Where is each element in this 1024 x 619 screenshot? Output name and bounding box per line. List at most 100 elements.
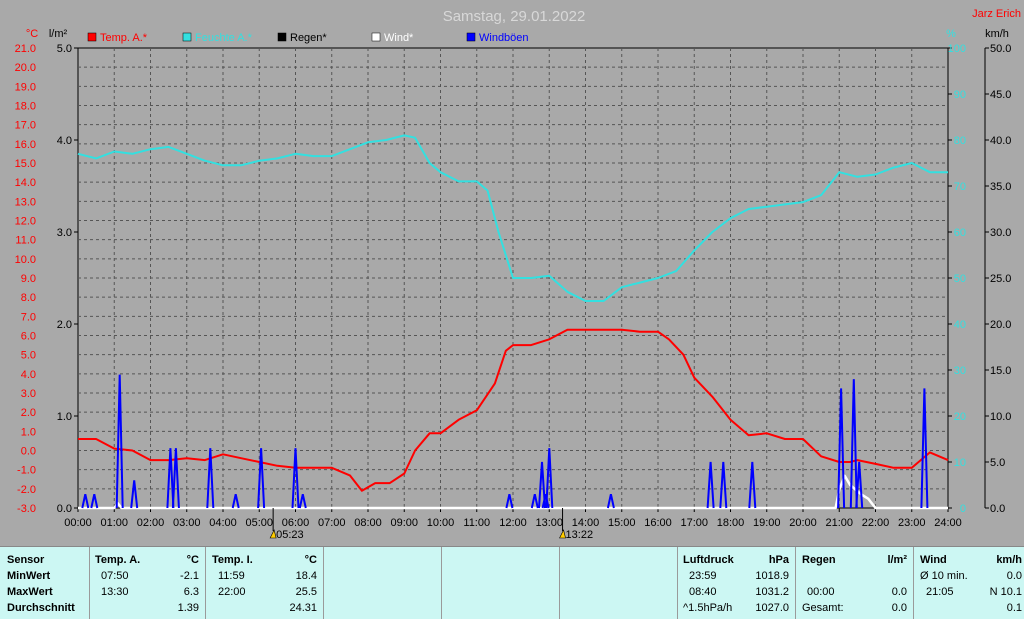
- temp-tick-label: 8.0: [21, 292, 36, 304]
- rain-total-label: Gesamt:: [802, 602, 844, 614]
- time-tick-label: 18:00: [717, 517, 745, 529]
- time-tick-label: 10:00: [427, 517, 455, 529]
- pressure-min-value: 1018.9: [755, 570, 789, 582]
- temp-tick-label: 17.0: [15, 120, 36, 132]
- sun-marker-label: 13:22: [566, 529, 594, 541]
- legend-label: Regen*: [290, 32, 327, 44]
- rain-tick-label: 4.0: [57, 135, 72, 147]
- wind-tick-label: 0.0: [990, 503, 1005, 515]
- pressure-max-value: 1031.2: [755, 586, 789, 598]
- rain-total-value: 0.0: [891, 602, 907, 614]
- sensor-header: Sensor: [7, 554, 45, 566]
- time-tick-label: 00:00: [64, 517, 92, 529]
- wind-header: Wind: [920, 554, 947, 566]
- temp-tick-label: 0.0: [21, 446, 36, 458]
- pressure-max-time: 08:40: [689, 586, 717, 598]
- humidity-tick-label: 60: [954, 227, 966, 239]
- time-tick-label: 19:00: [753, 517, 781, 529]
- sun-marker-label: 05:23: [276, 529, 304, 541]
- author-label: Jarz Erich: [972, 8, 1021, 20]
- temp-i-avg-value: 24.31: [289, 602, 317, 614]
- col-temp-a: Temp. A. °C 07:50 13:30 -2.1 6.3 1.39: [89, 547, 206, 619]
- wind-tick-label: 15.0: [990, 365, 1011, 377]
- temp-tick-label: 15.0: [15, 158, 36, 170]
- time-tick-label: 17:00: [680, 517, 708, 529]
- temp-tick-label: 5.0: [21, 350, 36, 362]
- temp-i-max-time: 22:00: [218, 586, 246, 598]
- legend-label: Feuchte A.*: [195, 32, 253, 44]
- time-tick-label: 04:00: [209, 517, 237, 529]
- temp-a-unit: °C: [186, 554, 199, 566]
- temp-tick-label: 13.0: [15, 196, 36, 208]
- wind-max-value: N 10.1: [989, 586, 1022, 598]
- rain-header: Regen: [802, 554, 836, 566]
- wind-tick-label: 20.0: [990, 319, 1011, 331]
- temp-tick-label: 6.0: [21, 331, 36, 343]
- time-tick-label: 11:00: [463, 517, 490, 529]
- wind-unit: km/h: [996, 554, 1022, 566]
- weather-chart: Samstag, 29.01.2022 Jarz Erich °C l/m² %…: [15, 8, 1021, 541]
- temp-tick-label: -3.0: [17, 503, 36, 515]
- wind-avg-value: 0.1: [1006, 602, 1022, 614]
- time-tick-label: 12:00: [499, 517, 527, 529]
- time-tick-label: 16:00: [644, 517, 672, 529]
- humidity-tick-label: 80: [954, 135, 966, 147]
- pressure-avg-value: 1027.0: [755, 602, 789, 614]
- row-label-min: MinWert: [7, 570, 51, 582]
- col-pressure: Luftdruck hPa 23:59 08:40 ^1.5hPa/h 1018…: [677, 547, 796, 619]
- humidity-tick-label: 10: [954, 457, 966, 469]
- humidity-tick-label: 0: [960, 503, 966, 515]
- wind-max-time: 21:05: [926, 586, 954, 598]
- rain-tick-label: 2.0: [57, 319, 72, 331]
- pressure-min-time: 23:59: [689, 570, 717, 582]
- rain-max-value: 0.0: [891, 586, 907, 598]
- temp-tick-label: 20.0: [15, 62, 36, 74]
- legend-swatch: [466, 32, 476, 42]
- humidity-tick-label: 30: [954, 365, 966, 377]
- legend-label: Temp. A.*: [100, 32, 148, 44]
- legend-swatch: [277, 32, 287, 42]
- temp-i-min-time: 11:59: [218, 570, 245, 582]
- humidity-axis: 0 10 20 30 40 50 60 70 80 90 100: [948, 43, 966, 515]
- col-empty-1: [323, 547, 442, 619]
- rain-tick-label: 0.0: [57, 503, 72, 515]
- time-tick-label: 14:00: [572, 517, 600, 529]
- chart-title: Samstag, 29.01.2022: [443, 8, 586, 25]
- time-tick-label: 06:00: [282, 517, 310, 529]
- col-empty-3: [559, 547, 678, 619]
- wind-unit-label: km/h: [985, 28, 1009, 40]
- wind-tick-label: 40.0: [990, 135, 1011, 147]
- legend-label: Windböen: [479, 32, 529, 44]
- time-tick-label: 02:00: [137, 517, 165, 529]
- temp-tick-label: -1.0: [17, 465, 36, 477]
- time-tick-label: 01:00: [100, 517, 128, 529]
- wind-tick-label: 10.0: [990, 411, 1011, 423]
- temp-i-max-value: 25.5: [295, 586, 317, 598]
- time-tick-label: 20:00: [789, 517, 817, 529]
- wind-axis: 0.0 5.0 10.0 15.0 20.0 25.0 30.0 35.0 40.0 45.0 50…: [984, 43, 1011, 515]
- temp-tick-label: 18.0: [15, 101, 36, 113]
- wind-avg-label: Ø 10 min.: [920, 570, 968, 582]
- humidity-tick-label: 40: [954, 319, 966, 331]
- col-sensor: Sensor MinWert MaxWert Durchschnitt: [0, 547, 90, 619]
- time-tick-label: 08:00: [354, 517, 382, 529]
- rain-axis: 0.0 1.0 2.0 3.0 4.0 5.0: [57, 43, 78, 515]
- temp-tick-label: 9.0: [21, 273, 36, 285]
- wind-tick-label: 35.0: [990, 181, 1011, 193]
- time-tick-label: 07:00: [318, 517, 346, 529]
- temp-tick-label: 1.0: [21, 426, 36, 438]
- temp-tick-label: 21.0: [15, 43, 36, 55]
- time-tick-label: 21:00: [825, 517, 853, 529]
- legend: Temp. A.* Feuchte A.* Regen* Wind* Windböen: [87, 32, 529, 44]
- stats-table: Sensor MinWert MaxWert Durchschnitt Temp…: [0, 546, 1024, 619]
- temp-a-min-time: 07:50: [101, 570, 129, 582]
- humidity-unit-label: %: [946, 28, 956, 40]
- rain-unit-label: l/m²: [49, 28, 68, 40]
- wind-min-value: 0.0: [1006, 570, 1022, 582]
- time-tick-label: 15:00: [608, 517, 636, 529]
- temp-tick-label: 14.0: [15, 177, 36, 189]
- time-tick-label: 23:00: [898, 517, 926, 529]
- time-tick-label: 22:00: [862, 517, 890, 529]
- time-tick-label: 13:00: [535, 517, 563, 529]
- col-temp-i: Temp. I. °C 11:59 22:00 18.4 25.5 24.31: [205, 547, 324, 619]
